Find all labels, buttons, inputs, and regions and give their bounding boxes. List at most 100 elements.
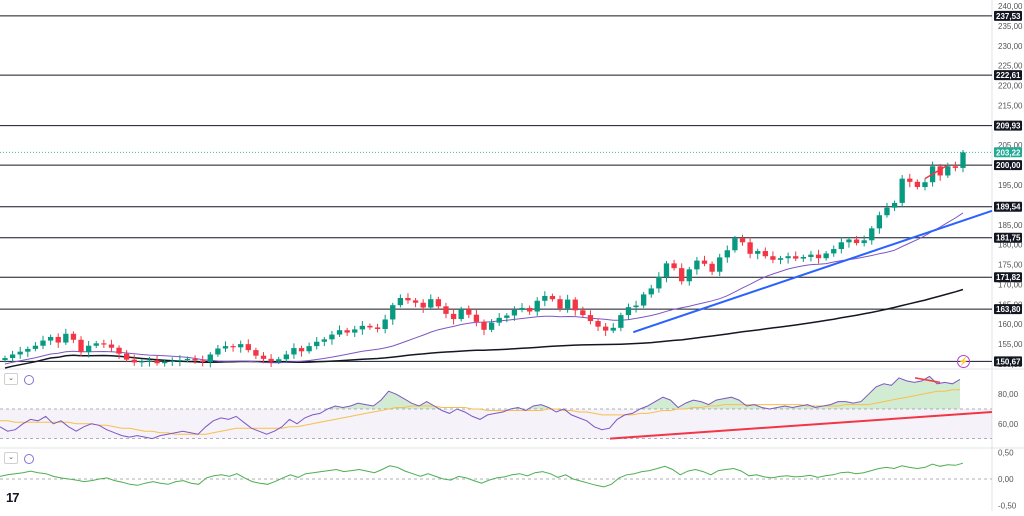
price-tick-label: 175,00: [998, 261, 1023, 270]
price-tick-label: 185,00: [998, 221, 1023, 230]
candle-body: [701, 260, 708, 264]
candle-body: [238, 344, 244, 348]
trading-chart[interactable]: 240,00235,00230,00225,00220,00215,00210,…: [0, 0, 1024, 511]
candle-body: [747, 242, 753, 254]
level-tag-label: 222,61: [996, 71, 1021, 80]
candle-body: [945, 166, 951, 176]
candle-body: [587, 315, 594, 322]
lightning-icon[interactable]: ⚡: [957, 355, 970, 368]
candle-body: [352, 329, 358, 333]
candle-body: [162, 361, 168, 364]
candle-body: [55, 336, 61, 343]
candle-body: [154, 360, 160, 364]
level-tag-label: 189,54: [996, 203, 1021, 212]
candle-body: [283, 354, 289, 360]
candle-body: [914, 181, 921, 187]
price-tick-label: 195,00: [998, 181, 1023, 190]
candle-body: [200, 360, 206, 363]
candle-body: [739, 238, 746, 243]
candle-body: [846, 239, 852, 243]
chart-stage: 240,00235,00230,00225,00220,00215,00210,…: [0, 0, 1024, 511]
candle-body: [40, 340, 46, 346]
candle-body: [139, 361, 145, 363]
candle-body: [785, 256, 791, 259]
candle-body: [815, 254, 822, 259]
candle-body: [679, 268, 685, 282]
candle-body: [496, 317, 502, 323]
price-axis[interactable]: 240,00235,00230,00225,00220,00215,00210,…: [994, 2, 1023, 510]
price-tick-label: 235,00: [998, 22, 1023, 31]
candle-body: [488, 322, 495, 330]
candle-body: [116, 347, 122, 354]
candle-body: [428, 299, 434, 308]
last-price-label: 203,22: [996, 148, 1021, 157]
candle-body: [458, 309, 464, 320]
candle-body: [93, 343, 99, 346]
candle-body: [602, 326, 609, 331]
candle-body: [481, 321, 487, 330]
candle-body: [101, 343, 107, 345]
price-tick-label: 215,00: [998, 101, 1023, 110]
level-tag-label: 171,82: [996, 273, 1021, 282]
candle-body: [663, 263, 670, 277]
rsi-collapse-button[interactable]: ⌄: [4, 373, 18, 385]
candle-body: [724, 250, 730, 258]
candle-body: [831, 249, 837, 254]
candle-body: [108, 344, 115, 348]
level-tag-label: 209,93: [996, 122, 1021, 131]
price-tick-label: 225,00: [998, 62, 1023, 71]
candle-body: [709, 263, 715, 272]
candle-body: [793, 256, 799, 259]
oscillator-collapse-button[interactable]: ⌄: [4, 452, 18, 464]
candle-body: [17, 351, 23, 355]
candle-body: [853, 239, 860, 244]
price-tick-label: 160,00: [998, 320, 1023, 329]
candle-body: [891, 202, 898, 208]
candle-body: [952, 166, 959, 168]
candle-body: [838, 242, 845, 250]
candle-body: [314, 341, 320, 347]
candle-body: [359, 325, 366, 330]
candle-body: [762, 251, 768, 257]
candle-body: [580, 310, 586, 316]
candle-body: [47, 336, 54, 341]
candle-body: [671, 263, 677, 269]
candle-body: [382, 319, 388, 330]
candle-body: [641, 294, 647, 306]
candle-body: [473, 314, 480, 322]
candle-body: [610, 327, 616, 331]
candle-body: [306, 346, 312, 352]
candle-body: [2, 358, 8, 361]
candle-body: [519, 307, 525, 310]
candle-body: [572, 299, 578, 311]
rsi-visibility-icon[interactable]: [24, 375, 34, 385]
candle-body: [823, 253, 829, 259]
candle-body: [770, 256, 776, 260]
candle-body: [861, 240, 867, 244]
candle-body: [526, 307, 533, 312]
candle-body: [123, 353, 130, 360]
candle-body: [207, 354, 213, 363]
candle-body: [344, 330, 350, 333]
price-pane: [0, 15, 993, 369]
candle-body: [329, 334, 335, 340]
candle-body: [899, 178, 905, 203]
candle-body: [443, 306, 449, 314]
price-tick-label: 155,00: [998, 340, 1023, 349]
candle-body: [808, 254, 814, 258]
candle-body: [215, 348, 221, 355]
candle-body: [321, 339, 327, 342]
level-tag-label: 150,67: [996, 357, 1021, 366]
rsi-tick-label: 60,00: [998, 420, 1019, 429]
oscillator-pane: [0, 462, 992, 488]
candle-body: [32, 345, 39, 349]
tradingview-logo-icon[interactable]: 17: [6, 490, 20, 505]
candle-body: [960, 152, 966, 168]
candle-body: [412, 300, 419, 303]
candle-body: [397, 297, 404, 306]
oscillator-visibility-icon[interactable]: [24, 454, 34, 464]
candle-body: [298, 348, 305, 352]
candle-body: [9, 354, 16, 359]
candle-body: [253, 350, 259, 356]
candle-body: [542, 295, 548, 301]
